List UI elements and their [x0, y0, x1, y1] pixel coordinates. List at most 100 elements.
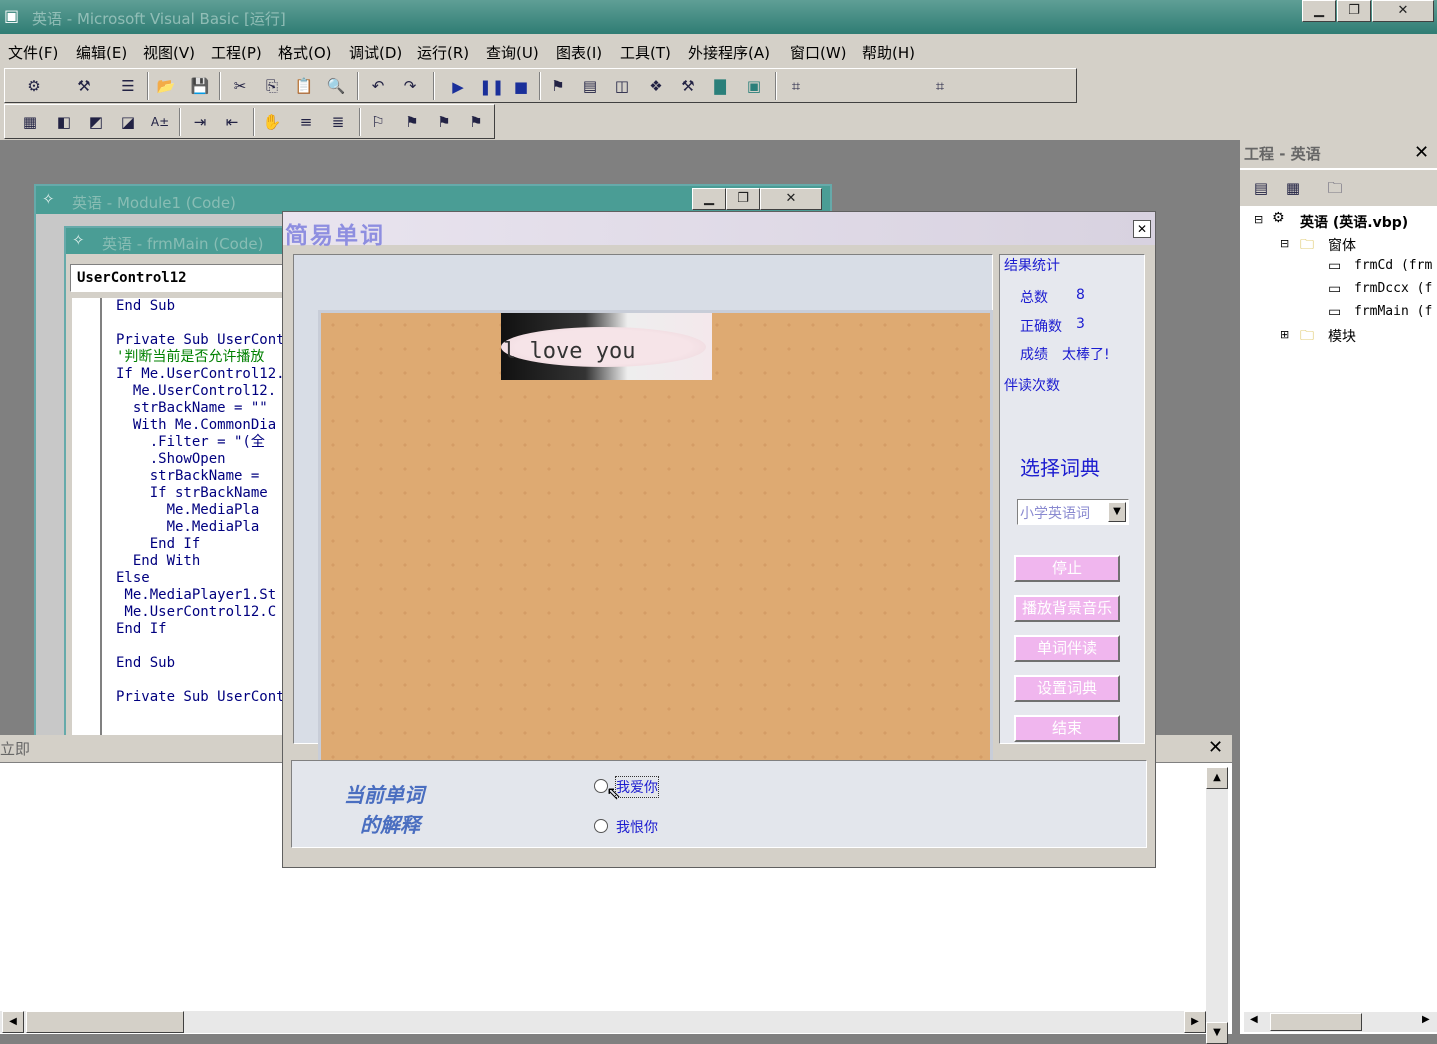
- view-code-icon[interactable]: ▤: [1250, 177, 1272, 199]
- code-line[interactable]: End If: [116, 621, 285, 638]
- menu-window[interactable]: 窗口(W): [790, 42, 847, 63]
- option-2[interactable]: 我恨你: [594, 815, 1144, 845]
- collapse-icon[interactable]: ⊟: [1280, 237, 1289, 250]
- undo-icon[interactable]: ↶: [367, 75, 389, 97]
- open-icon[interactable]: 📂: [155, 75, 177, 97]
- copy-icon[interactable]: ⎘: [261, 75, 283, 97]
- radio-button[interactable]: [594, 819, 608, 833]
- code-line[interactable]: Private Sub UserCont: [116, 332, 285, 349]
- tree-form-item[interactable]: frmMain (f: [1354, 304, 1432, 319]
- component-manager-icon[interactable]: ▣: [743, 75, 765, 97]
- restore-button[interactable]: ❐: [1337, 0, 1371, 22]
- code-line[interactable]: strBackName =: [116, 468, 285, 485]
- code-line[interactable]: strBackName = "": [116, 400, 285, 417]
- redo-icon[interactable]: ↷: [399, 75, 421, 97]
- paste-icon[interactable]: 📋: [293, 75, 315, 97]
- code-line[interactable]: Me.UserControl12.: [116, 383, 285, 400]
- menu-diagram[interactable]: 图表(I): [556, 42, 602, 63]
- previous-bookmark-icon[interactable]: ⚑: [433, 111, 455, 133]
- code-line[interactable]: End With: [116, 553, 285, 570]
- code-line[interactable]: If strBackName: [116, 485, 285, 502]
- add-form-icon[interactable]: ⚒: [73, 75, 95, 97]
- toggle-bookmark-icon[interactable]: ⚐: [367, 111, 389, 133]
- module-minimize-button[interactable]: ▁: [692, 188, 726, 210]
- properties-icon[interactable]: ▤: [579, 75, 601, 97]
- menu-query[interactable]: 查询(U): [486, 42, 539, 63]
- option-2-label[interactable]: 我恨你: [616, 817, 658, 837]
- project-explorer-icon[interactable]: ⚑: [547, 75, 569, 97]
- comment-block-icon[interactable]: ≡: [295, 111, 317, 133]
- data-view-icon[interactable]: ▇: [709, 75, 731, 97]
- object-browser-icon[interactable]: ❖: [645, 75, 667, 97]
- object-combo[interactable]: UserControl12: [70, 264, 300, 292]
- menu-editor-icon[interactable]: ☰: [117, 75, 139, 97]
- chevron-down-icon[interactable]: ▼: [1108, 502, 1126, 522]
- code-line[interactable]: Private Sub UserCont: [116, 689, 285, 706]
- toolbox-icon[interactable]: ⚒: [677, 75, 699, 97]
- next-bookmark-icon[interactable]: ⚑: [401, 111, 423, 133]
- module-code-title-bar[interactable]: ✧ 英语 - Module1 (Code) ▁ ❐ ✕: [36, 186, 830, 214]
- read-along-button[interactable]: 单词伴读: [1014, 635, 1120, 662]
- tree-project-root[interactable]: 英语 (英语.vbp): [1300, 212, 1408, 232]
- break-icon[interactable]: ❚❚: [479, 76, 504, 98]
- complete-word-icon[interactable]: A±: [149, 111, 171, 133]
- form-close-button[interactable]: ✕: [1133, 220, 1151, 238]
- project-close-icon[interactable]: ✕: [1414, 142, 1429, 163]
- outdent-icon[interactable]: ⇤: [221, 111, 243, 133]
- view-object-icon[interactable]: ▦: [1282, 177, 1304, 199]
- tree-modules-folder[interactable]: 模块: [1328, 326, 1356, 346]
- form-layout-icon[interactable]: ◫: [611, 75, 633, 97]
- cut-icon[interactable]: ✂: [229, 75, 251, 97]
- add-project-icon[interactable]: ⚙: [23, 75, 45, 97]
- stop-button[interactable]: 停止: [1014, 555, 1120, 582]
- toggle-folders-icon[interactable]: 🗀: [1324, 177, 1346, 199]
- save-icon[interactable]: 💾: [189, 75, 211, 97]
- code-text[interactable]: End Sub Private Sub UserCont '判断当前是否允许播放 If…: [116, 298, 285, 706]
- set-dict-button[interactable]: 设置词典: [1014, 675, 1120, 702]
- code-line[interactable]: End Sub: [116, 298, 285, 315]
- dict-select[interactable]: 小学英语词 ▼: [1017, 499, 1129, 525]
- tree-forms-folder[interactable]: 窗体: [1328, 235, 1356, 255]
- project-horizontal-scrollbar[interactable]: ◀ ▶: [1244, 1012, 1437, 1032]
- code-line[interactable]: [116, 638, 285, 655]
- menu-addins[interactable]: 外接程序(A): [688, 42, 770, 63]
- immediate-horizontal-scrollbar[interactable]: ◀ ▶: [0, 1011, 1206, 1033]
- uncomment-block-icon[interactable]: ≣: [327, 111, 349, 133]
- quick-info-icon[interactable]: ◩: [85, 111, 107, 133]
- toggle-breakpoint-icon[interactable]: ✋: [261, 111, 283, 133]
- option-1[interactable]: 我爱你 ⇖: [594, 775, 1144, 805]
- code-line[interactable]: Me.MediaPla: [116, 502, 285, 519]
- code-line[interactable]: '判断当前是否允许播放: [116, 349, 285, 366]
- code-line[interactable]: Else: [116, 570, 285, 587]
- start-icon[interactable]: ▶: [447, 76, 469, 98]
- menu-tools[interactable]: 工具(T): [620, 42, 671, 63]
- close-button[interactable]: ✕: [1372, 0, 1434, 22]
- form-code-window[interactable]: ✧ 英语 - frmMain (Code) UserControl12 End …: [64, 226, 304, 746]
- list-constants-icon[interactable]: ◧: [53, 111, 75, 133]
- code-line[interactable]: End Sub: [116, 655, 285, 672]
- code-line[interactable]: Me.UserControl12.C: [116, 604, 285, 621]
- menu-edit[interactable]: 编辑(E): [76, 42, 127, 63]
- menu-file[interactable]: 文件(F): [8, 42, 58, 63]
- immediate-close-icon[interactable]: ✕: [1208, 737, 1223, 758]
- code-line[interactable]: End If: [116, 536, 285, 553]
- option-1-label[interactable]: 我爱你: [615, 776, 659, 798]
- menu-run[interactable]: 运行(R): [417, 42, 469, 63]
- form-code-title-bar[interactable]: ✧ 英语 - frmMain (Code): [66, 228, 302, 254]
- play-music-button[interactable]: 播放背景音乐: [1014, 595, 1120, 622]
- code-line[interactable]: [116, 672, 285, 689]
- menu-debug[interactable]: 调试(D): [349, 42, 402, 63]
- end-button[interactable]: 结束: [1014, 715, 1120, 742]
- module-close-button[interactable]: ✕: [760, 188, 822, 210]
- code-line[interactable]: If Me.UserControl12.: [116, 366, 285, 383]
- immediate-vertical-scrollbar[interactable]: ▲ ▼: [1206, 767, 1228, 1044]
- menu-format[interactable]: 格式(O): [278, 42, 332, 63]
- parameter-info-icon[interactable]: ◪: [117, 111, 139, 133]
- code-editor[interactable]: End Sub Private Sub UserCont '判断当前是否允许播放 If…: [72, 298, 302, 746]
- code-line[interactable]: Me.MediaPla: [116, 519, 285, 536]
- menu-project[interactable]: 工程(P): [211, 42, 262, 63]
- code-line[interactable]: [116, 315, 285, 332]
- code-line[interactable]: .Filter = "(全: [116, 434, 285, 451]
- module-restore-button[interactable]: ❐: [726, 188, 760, 210]
- list-properties-icon[interactable]: ▦: [19, 111, 41, 133]
